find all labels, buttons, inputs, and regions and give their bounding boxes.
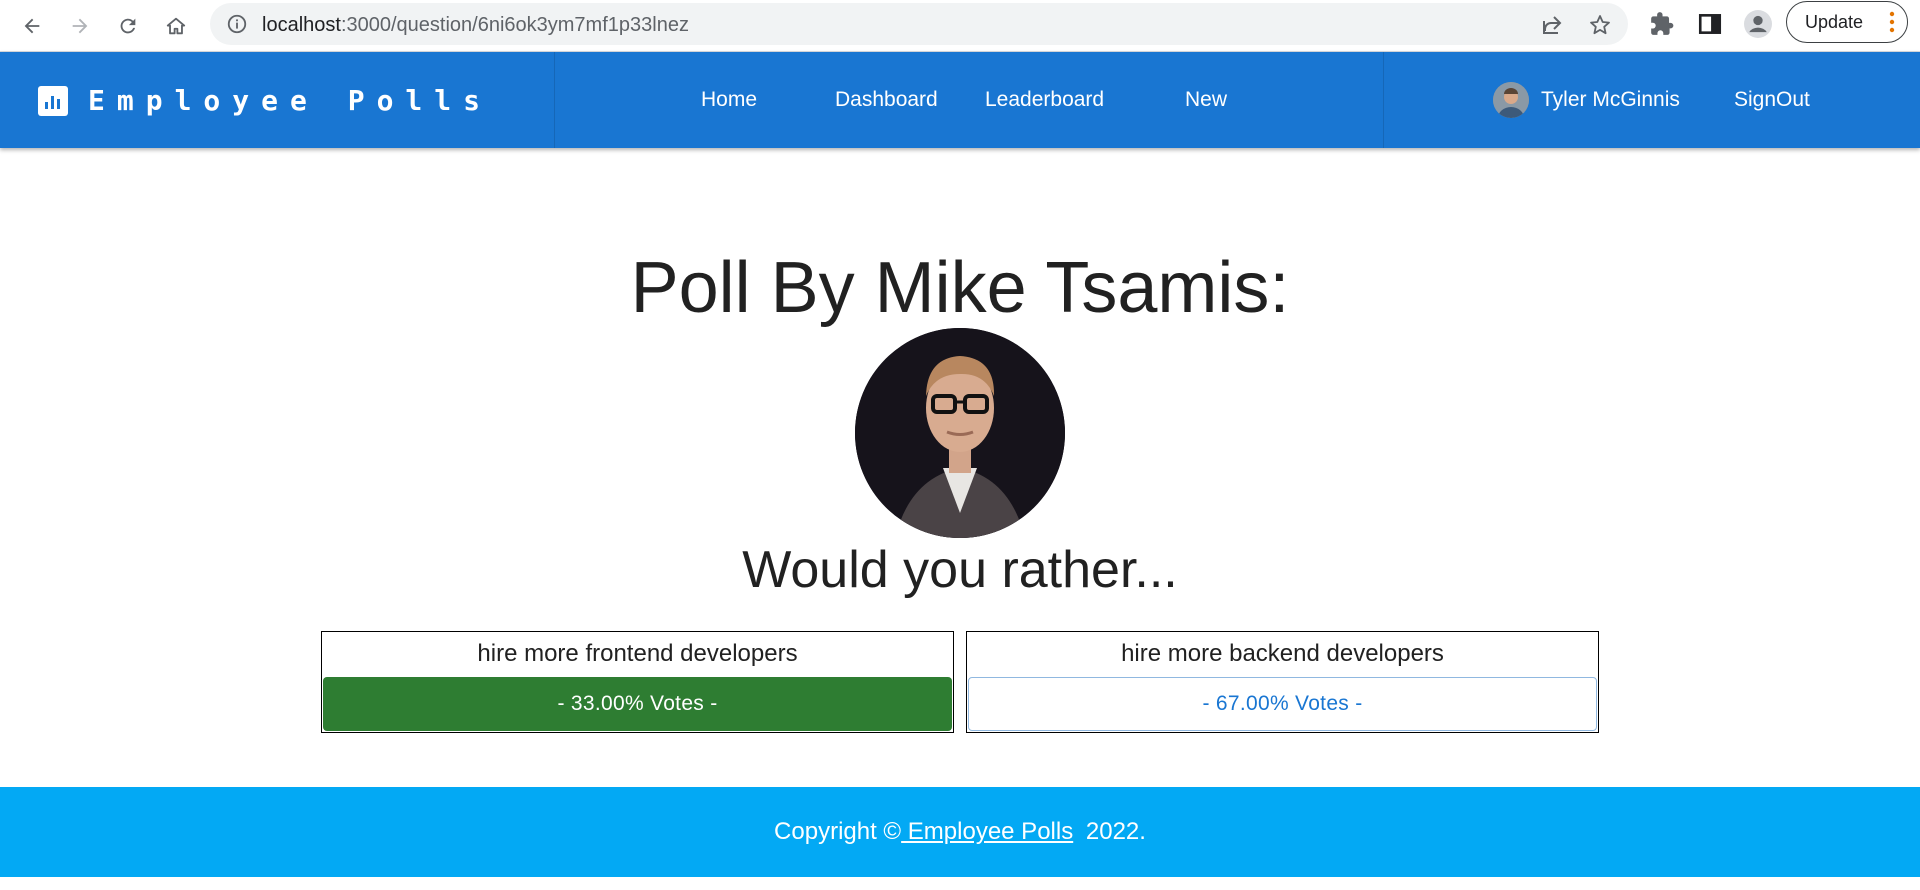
url-text[interactable]: localhost:3000/question/6ni6ok3ym7mf1p33… — [262, 14, 689, 37]
poll-title: Poll By Mike Tsamis: — [630, 248, 1290, 328]
app-header: Employee Polls Home Dashboard Leaderboar… — [0, 52, 1920, 148]
footer-brand-link[interactable]: Employee Polls — [901, 818, 1073, 846]
author-avatar — [855, 328, 1065, 538]
home-icon[interactable] — [158, 8, 194, 44]
user-avatar — [1493, 82, 1529, 118]
url-path: :3000/question/6ni6ok3ym7mf1p33lnez — [340, 14, 689, 36]
reload-icon[interactable] — [110, 8, 146, 44]
menu-dots-icon[interactable] — [1889, 11, 1895, 33]
bookmark-star-icon[interactable] — [1588, 13, 1612, 37]
option-text: hire more frontend developers — [477, 640, 798, 667]
nav-new[interactable]: New — [1185, 88, 1227, 112]
footer: Copyright © Employee Polls 2022. — [0, 787, 1920, 877]
side-panel-icon[interactable] — [1696, 10, 1724, 38]
nav-home[interactable]: Home — [701, 88, 757, 112]
header-divider — [1383, 52, 1384, 148]
poll-chart-icon — [38, 85, 68, 116]
extensions-icon[interactable] — [1648, 10, 1676, 38]
back-icon[interactable] — [14, 8, 50, 44]
brand-title: Employee Polls — [88, 84, 493, 117]
share-icon[interactable] — [1540, 13, 1564, 37]
option-two-votes-button[interactable]: - 67.00% Votes - — [968, 677, 1597, 731]
nav-dashboard[interactable]: Dashboard — [835, 88, 938, 112]
option-one-votes-button[interactable]: - 33.00% Votes - — [323, 677, 952, 731]
forward-icon[interactable] — [62, 8, 98, 44]
copyright-year: 2022. — [1079, 818, 1146, 845]
option-card-one: hire more frontend developers - 33.00% V… — [321, 631, 954, 733]
update-button[interactable]: Update — [1786, 1, 1908, 43]
copyright-text: Copyright © — [774, 818, 902, 845]
user-name: Tyler McGinnis — [1541, 88, 1680, 111]
update-label: Update — [1805, 11, 1864, 32]
browser-toolbar: localhost:3000/question/6ni6ok3ym7mf1p33… — [0, 0, 1920, 52]
url-host: localhost — [262, 14, 341, 36]
option-text: hire more backend developers — [1121, 640, 1444, 667]
header-divider — [554, 52, 555, 148]
would-you-rather-heading: Would you rather... — [742, 541, 1178, 599]
option-card-two: hire more backend developers - 67.00% Vo… — [966, 631, 1599, 733]
site-info-icon[interactable] — [226, 13, 248, 35]
signout-link[interactable]: SignOut — [1734, 88, 1810, 112]
profile-icon[interactable] — [1744, 10, 1772, 38]
brand[interactable]: Employee Polls — [38, 84, 492, 117]
address-bar[interactable]: localhost:3000/question/6ni6ok3ym7mf1p33… — [210, 3, 1628, 45]
nav-leaderboard[interactable]: Leaderboard — [985, 88, 1104, 112]
